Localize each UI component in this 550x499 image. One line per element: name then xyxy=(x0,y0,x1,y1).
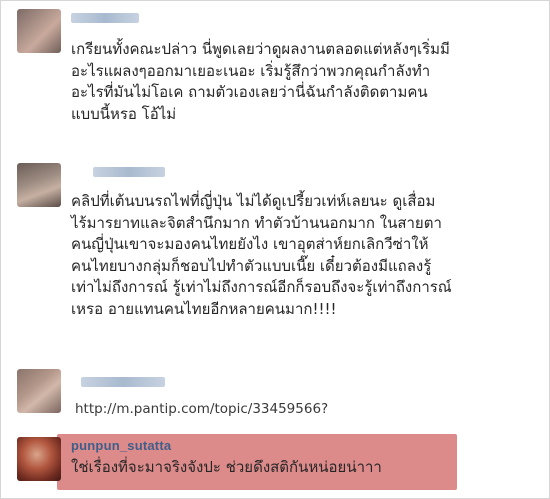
comment-line: แบบนี้หรอ โอ้ไม่ xyxy=(71,104,177,123)
username-link[interactable] xyxy=(71,13,139,23)
comment-line: อะไรแผลงๆออกมาเยอะเนอะ เริ่มรู้สึกว่าพวก… xyxy=(71,61,431,80)
comment-thread: เกรียนทั้งคณะปล่าว นี่พูดเลยว่าดูผลงานตล… xyxy=(0,0,550,499)
comment-text: เกรียนทั้งคณะปล่าว นี่พูดเลยว่าดูผลงานตล… xyxy=(71,39,450,125)
comment-line: อะไรที่มันไม่โอเค ถามตัวเองเลยว่านี่ฉันก… xyxy=(71,83,428,101)
comment-line: เกรียนทั้งคณะปล่าว นี่พูดเลยว่าดูผลงานตล… xyxy=(71,40,450,58)
comment-line: คนญี่ปุ่นเขาจะมองคนไทยยังไง เขาอุตส่าห์ย… xyxy=(71,235,429,253)
comment-line: เหรอ อายแทนคนไทยอีกหลายคนมาก!!!! xyxy=(71,299,337,318)
avatar[interactable] xyxy=(17,9,61,53)
avatar[interactable] xyxy=(17,163,61,207)
comment-line: คนไทยบางกลุ่มก็ชอบไปทำตัวแบบเนี๊ย เดี๋ยว… xyxy=(71,256,432,275)
username-link[interactable]: punpun_sutatta xyxy=(71,438,171,453)
comment-text: ใช่เรื่องที่จะมาจริงจังปะ ช่วยดึงสติกันห… xyxy=(71,457,382,479)
comment-link[interactable]: http://m.pantip.com/topic/33459566? xyxy=(75,399,328,421)
comment-line[interactable]: http://m.pantip.com/topic/33459566? xyxy=(75,399,328,421)
comment-text: คลิปที่เต้นบนรถไฟที่ญี่ปุ่น ไม่ได้ดูเปรี… xyxy=(71,191,452,320)
avatar[interactable] xyxy=(17,437,61,481)
username-link[interactable] xyxy=(93,167,165,177)
avatar[interactable] xyxy=(17,369,61,413)
comment-line: ไร้มารยาทและจิตสำนึกมาก ทำตัวบ้านนอกมาก … xyxy=(71,213,442,232)
comment-line: เท่าไม่ถึงการณ์ รู้เท่าไม่ถึงการณ์อีกก็ร… xyxy=(71,278,452,296)
comment-line: ใช่เรื่องที่จะมาจริงจังปะ ช่วยดึงสติกันห… xyxy=(71,458,382,476)
comment-line: คลิปที่เต้นบนรถไฟที่ญี่ปุ่น ไม่ได้ดูเปรี… xyxy=(71,192,436,210)
username-link[interactable] xyxy=(81,377,165,387)
